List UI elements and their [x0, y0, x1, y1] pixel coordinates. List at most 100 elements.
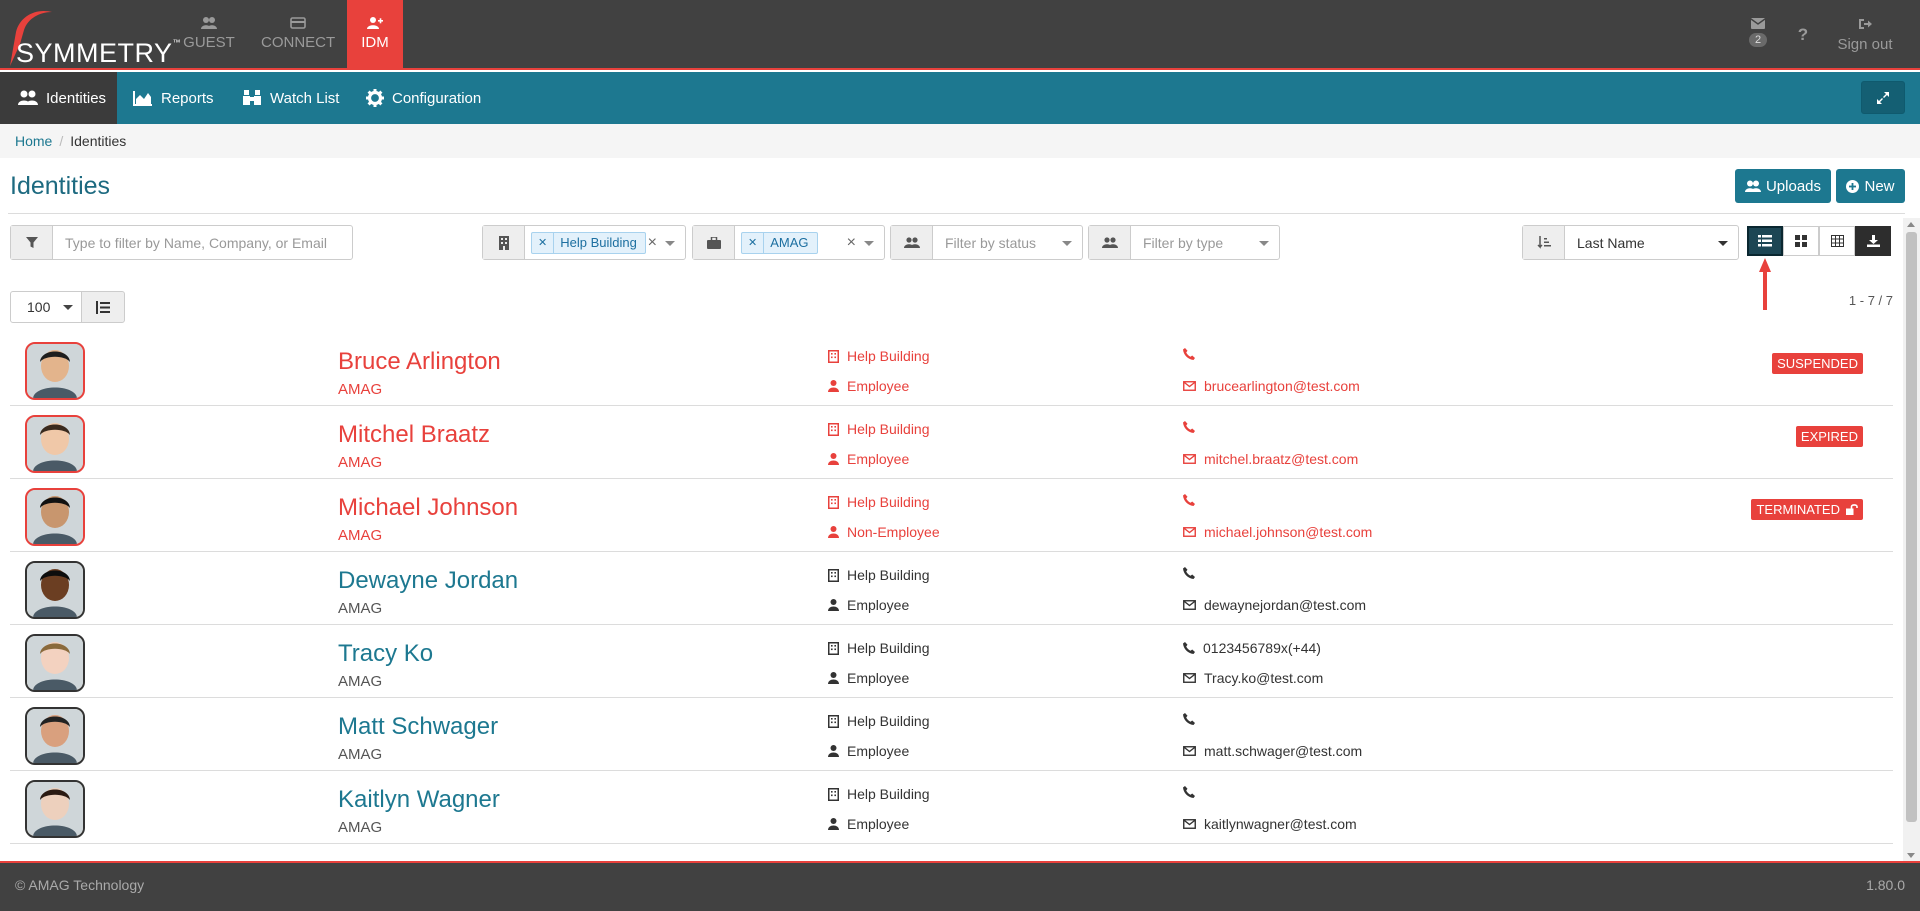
identity-building: Help Building	[828, 421, 930, 437]
identity-company: AMAG	[338, 600, 383, 617]
identity-building-label: Help Building	[847, 567, 930, 583]
identity-company: AMAG	[338, 381, 383, 398]
identity-name[interactable]: Matt Schwager	[338, 713, 498, 741]
breadcrumb-home-link[interactable]: Home	[15, 133, 52, 149]
avatar[interactable]	[25, 561, 85, 619]
symmetry-logo[interactable]: SYMMETRY™	[6, 4, 181, 68]
identity-email: dewaynejordan@test.com	[1183, 597, 1366, 613]
identity-email-link[interactable]: dewaynejordan@test.com	[1204, 597, 1366, 613]
identity-email: brucearlington@test.com	[1183, 378, 1360, 394]
identity-name[interactable]: Kaitlyn Wagner	[338, 786, 500, 814]
uploads-button[interactable]: Uploads	[1735, 169, 1831, 203]
sign-out-button[interactable]: Sign out	[1830, 0, 1900, 70]
user-plus-icon	[367, 17, 383, 29]
identity-phone	[1183, 786, 1203, 798]
scroll-up-icon[interactable]	[1907, 222, 1915, 227]
identity-type: Non-Employee	[828, 524, 940, 540]
scroll-down-icon[interactable]	[1907, 853, 1915, 858]
avatar[interactable]	[25, 780, 85, 838]
phone-icon	[1183, 348, 1195, 360]
identity-email-link[interactable]: kaitlynwagner@test.com	[1204, 816, 1357, 832]
identity-name[interactable]: Bruce Arlington	[338, 348, 501, 376]
nav-configuration[interactable]: Configuration	[366, 72, 481, 124]
nav-reports-label: Reports	[161, 89, 214, 107]
building-icon	[828, 495, 839, 509]
type-select[interactable]: Filter by type	[1131, 226, 1279, 259]
sort-icon	[1523, 226, 1565, 259]
columns-toggle-button[interactable]	[81, 291, 125, 323]
remove-tag-icon[interactable]: ✕	[742, 232, 765, 253]
identity-name[interactable]: Tracy Ko	[338, 640, 433, 668]
building-select[interactable]: ✕ Help Building ×	[525, 226, 685, 259]
avatar[interactable]	[25, 707, 85, 765]
user-icon	[828, 745, 839, 757]
identity-email-link[interactable]: matt.schwager@test.com	[1204, 743, 1362, 759]
users-icon	[1089, 226, 1131, 259]
download-button[interactable]	[1855, 226, 1891, 256]
phone-icon	[1183, 786, 1195, 798]
nav-reports[interactable]: Reports	[133, 72, 214, 124]
identity-company: AMAG	[338, 454, 383, 471]
status-select[interactable]: Filter by status	[933, 226, 1082, 259]
identity-email-link[interactable]: michael.johnson@test.com	[1204, 524, 1372, 540]
identity-row[interactable]: Kaitlyn Wagner AMAG Help Building Employ…	[10, 771, 1893, 844]
remove-tag-icon[interactable]: ✕	[532, 232, 555, 253]
messages-button[interactable]: 2	[1740, 0, 1776, 70]
identity-row[interactable]: Michael Johnson AMAG Help Building Non-E…	[10, 479, 1893, 552]
copyright-text: © AMAG Technology	[15, 877, 145, 893]
type-filter: Filter by type	[1088, 225, 1280, 260]
identity-building-label: Help Building	[847, 421, 930, 437]
uploads-label: Uploads	[1765, 177, 1822, 195]
search-input[interactable]: Type to filter by Name, Company, or Emai…	[53, 226, 352, 259]
grid-view-button[interactable]	[1783, 226, 1819, 256]
building-icon	[828, 422, 839, 436]
sort-select[interactable]: Last Name	[1565, 226, 1738, 259]
phone-icon	[1183, 421, 1195, 433]
identity-row[interactable]: Mitchel Braatz AMAG Help Building Employ…	[10, 406, 1893, 479]
company-select[interactable]: ✕ AMAG ×	[735, 226, 884, 259]
identity-name[interactable]: Dewayne Jordan	[338, 567, 518, 595]
building-icon	[483, 226, 525, 259]
new-button[interactable]: New	[1836, 169, 1905, 203]
help-button[interactable]: ?	[1792, 0, 1814, 70]
identity-email-link[interactable]: mitchel.braatz@test.com	[1204, 451, 1358, 467]
tab-connect[interactable]: CONNECT	[261, 0, 335, 70]
identity-row[interactable]: Dewayne Jordan AMAG Help Building Employ…	[10, 552, 1893, 625]
person-photo-icon	[27, 563, 83, 617]
fullscreen-button[interactable]	[1861, 81, 1905, 114]
identity-phone-label: 0123456789x(+44)	[1203, 640, 1321, 656]
envelope-icon	[1183, 746, 1196, 756]
clear-icon[interactable]: ×	[648, 234, 657, 252]
identity-type-label: Employee	[847, 743, 910, 759]
breadcrumb-current: Identities	[70, 133, 127, 149]
nav-watch-list[interactable]: Watch List	[242, 72, 339, 124]
identity-row[interactable]: Bruce Arlington AMAG Help Building Emplo…	[10, 333, 1893, 406]
status-filter: Filter by status	[890, 225, 1083, 260]
identity-row[interactable]: Matt Schwager AMAG Help Building Employe…	[10, 698, 1893, 771]
tab-guest[interactable]: GUEST	[172, 0, 246, 70]
scrollbar-thumb[interactable]	[1906, 232, 1917, 822]
version-text: 1.80.0	[1866, 877, 1905, 893]
clear-icon[interactable]: ×	[847, 234, 856, 252]
status-badge: SUSPENDED	[1772, 353, 1863, 374]
avatar[interactable]	[25, 488, 85, 546]
nav-identities[interactable]: Identities	[0, 72, 117, 124]
identity-row[interactable]: Tracy Ko AMAG Help Building Employee 012…	[10, 625, 1893, 698]
building-icon	[828, 349, 839, 363]
identity-name[interactable]: Mitchel Braatz	[338, 421, 490, 449]
avatar[interactable]	[25, 342, 85, 400]
avatar[interactable]	[25, 634, 85, 692]
identity-type: Employee	[828, 743, 909, 759]
scrollbar[interactable]	[1903, 218, 1920, 862]
list-view-button[interactable]	[1747, 226, 1783, 256]
avatar[interactable]	[25, 415, 85, 473]
identity-email-link[interactable]: Tracy.ko@test.com	[1204, 670, 1323, 686]
per-page-select[interactable]: 100	[10, 291, 82, 323]
card-icon	[290, 17, 306, 29]
tab-idm[interactable]: IDM	[347, 0, 403, 70]
table-view-button[interactable]	[1819, 226, 1855, 256]
envelope-icon	[1183, 381, 1196, 391]
identity-email: kaitlynwagner@test.com	[1183, 816, 1357, 832]
identity-name[interactable]: Michael Johnson	[338, 494, 518, 522]
identity-email-link[interactable]: brucearlington@test.com	[1204, 378, 1360, 394]
